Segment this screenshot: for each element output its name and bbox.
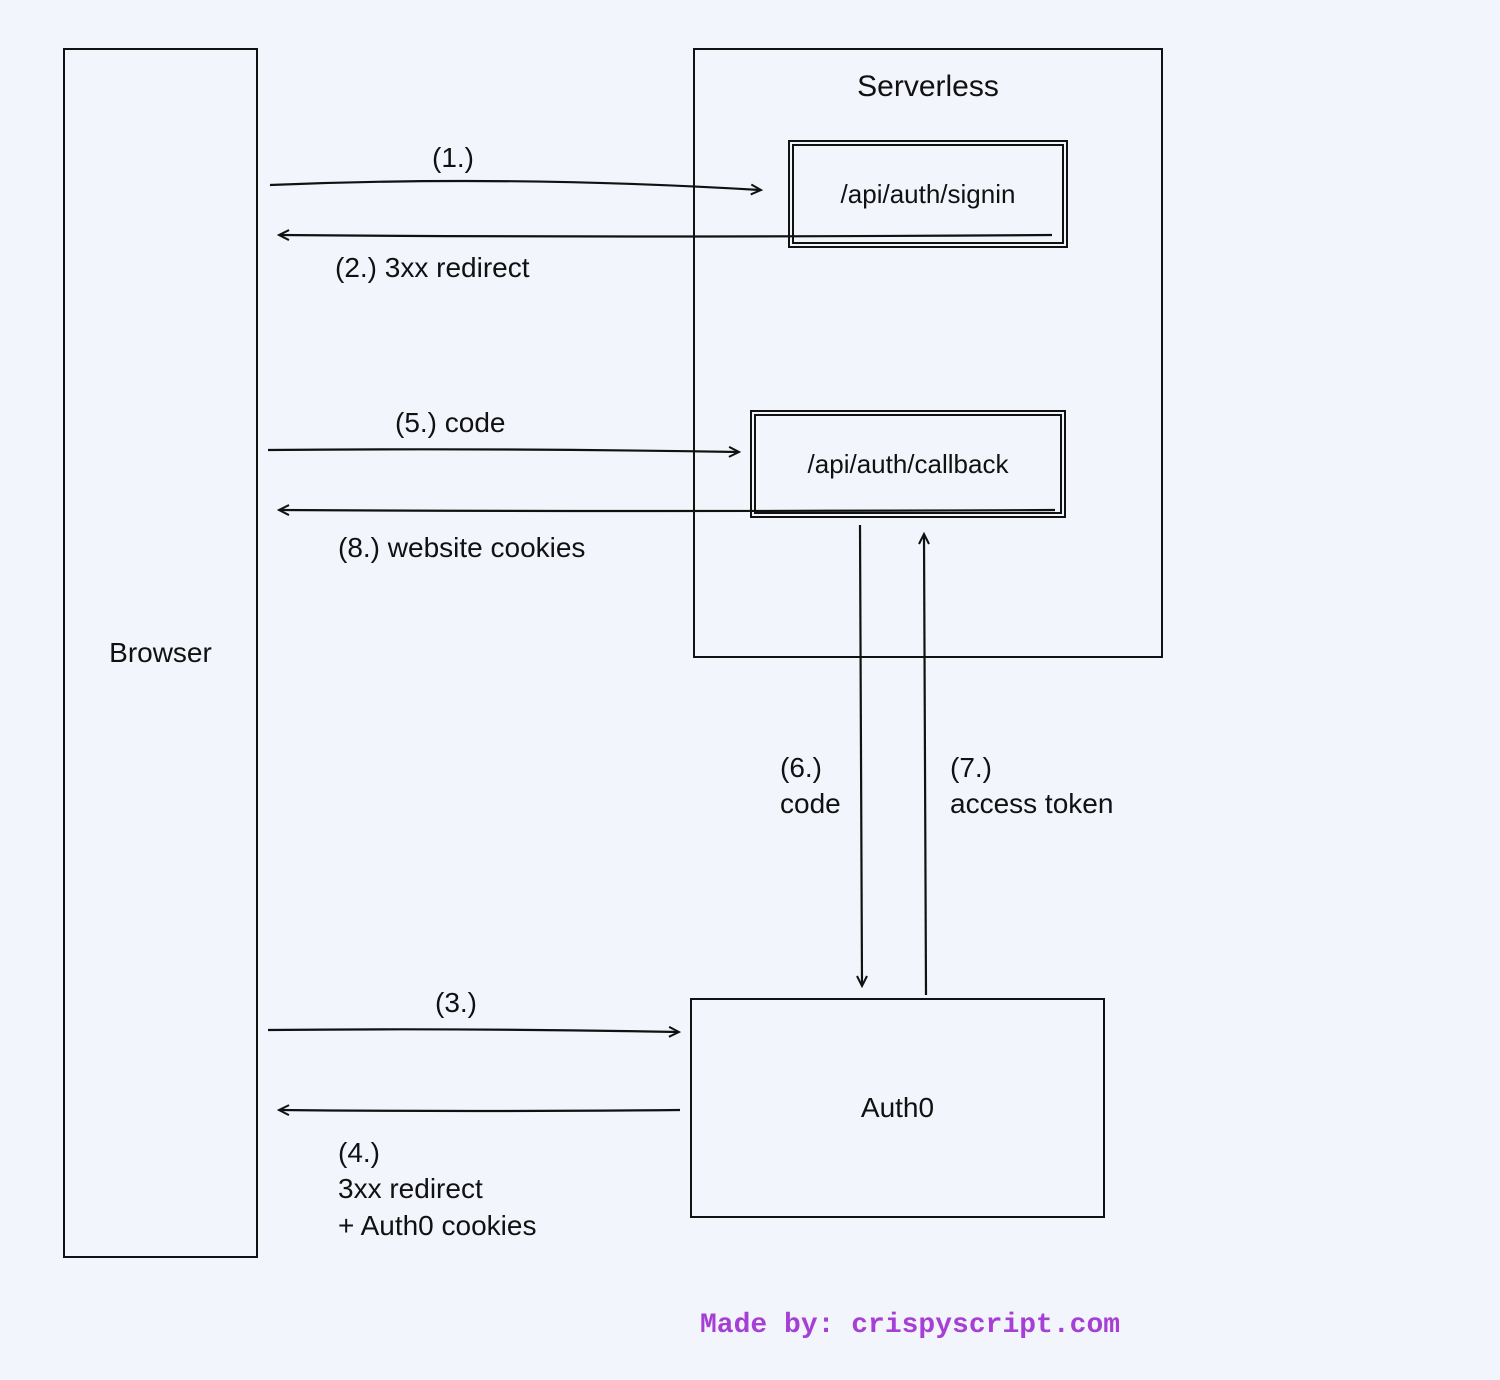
step8-label: (8.) website cookies xyxy=(338,530,585,566)
step4-label: (4.) 3xx redirect + Auth0 cookies xyxy=(338,1135,536,1244)
serverless-title: Serverless xyxy=(857,70,999,104)
browser-label: Browser xyxy=(109,637,212,669)
auth0-label: Auth0 xyxy=(861,1092,934,1124)
step3-label: (3.) xyxy=(435,985,477,1021)
arrow-step5 xyxy=(268,449,738,452)
arrow-step4 xyxy=(280,1110,680,1111)
arrow-step3 xyxy=(268,1029,678,1032)
browser-box: Browser xyxy=(63,48,258,1258)
callback-box: /api/auth/callback xyxy=(750,410,1066,518)
step1-label: (1.) xyxy=(432,140,474,176)
step7-label: (7.) access token xyxy=(950,750,1113,823)
arrow-step1 xyxy=(270,181,760,190)
step2-label: (2.) 3xx redirect xyxy=(335,250,530,286)
step5-label: (5.) code xyxy=(395,405,506,441)
auth0-box: Auth0 xyxy=(690,998,1105,1218)
attribution: Made by: crispyscript.com xyxy=(700,1310,1120,1341)
signin-box: /api/auth/signin xyxy=(788,140,1068,248)
signin-label: /api/auth/signin xyxy=(841,179,1016,210)
callback-label: /api/auth/callback xyxy=(808,449,1009,480)
step6-label: (6.) code xyxy=(780,750,841,823)
